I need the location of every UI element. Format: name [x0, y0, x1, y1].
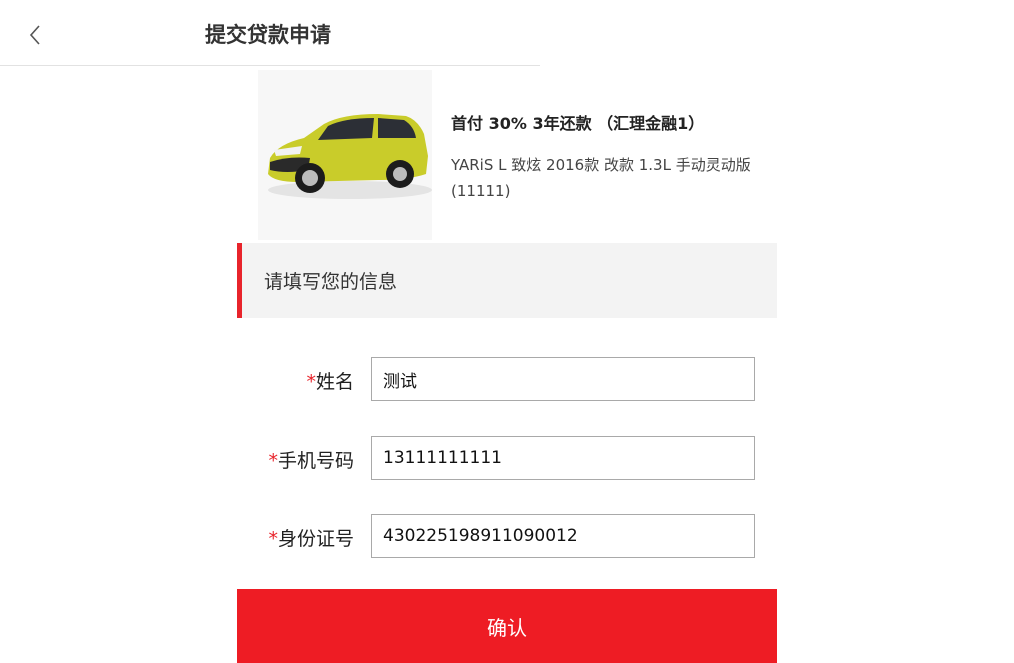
- required-mark: *: [306, 371, 316, 393]
- car-model-name: YARiS L 致炫 2016款 改款 1.3L 手动灵动版(11111): [451, 156, 751, 200]
- section-header: 请填写您的信息: [237, 243, 777, 318]
- name-label: *姓名: [306, 371, 354, 393]
- required-mark: *: [268, 450, 278, 472]
- name-input[interactable]: [371, 357, 755, 401]
- car-image: [258, 70, 432, 240]
- id-number-row: *身份证号: [237, 514, 777, 558]
- confirm-button[interactable]: 确认: [237, 589, 777, 663]
- id-number-input[interactable]: [371, 514, 755, 558]
- id-number-label: *身份证号: [268, 528, 354, 550]
- loan-plan-title: 首付 30% 3年还款 （汇理金融1）: [451, 114, 705, 133]
- phone-label: *手机号码: [268, 450, 354, 472]
- page-title: 提交贷款申请: [205, 23, 331, 47]
- section-title: 请填写您的信息: [264, 271, 398, 293]
- phone-input[interactable]: [371, 436, 755, 480]
- phone-row: *手机号码: [237, 436, 777, 480]
- product-card: 首付 30% 3年还款 （汇理金融1） YARiS L 致炫 2016款 改款 …: [258, 70, 778, 240]
- chevron-left-icon: [29, 25, 40, 45]
- app-header: 提交贷款申请: [0, 0, 540, 66]
- name-row: *姓名: [237, 357, 777, 401]
- required-mark: *: [268, 528, 278, 550]
- back-button[interactable]: [20, 18, 50, 52]
